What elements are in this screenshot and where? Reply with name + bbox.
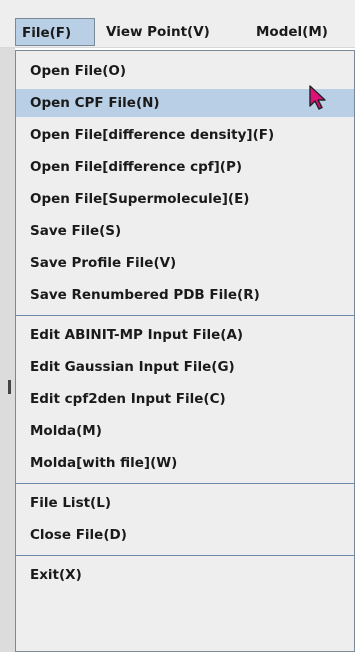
- menubar-model[interactable]: Model(M): [250, 18, 334, 46]
- menu-item-open-supermolecule[interactable]: Open File[Supermolecule](E): [16, 185, 354, 213]
- menu-item-open-difference-cpf[interactable]: Open File[difference cpf](P): [16, 153, 354, 181]
- background-edge-mark: [8, 380, 11, 394]
- menu-item-save-renumbered-pdb[interactable]: Save Renumbered PDB File(R): [16, 281, 354, 309]
- menu-bar: File(F) View Point(V) Model(M): [0, 0, 355, 48]
- menu-item-file-list[interactable]: File List(L): [16, 489, 354, 517]
- file-menu-dropdown: Open File(O) Open CPF File(N) Open File[…: [15, 50, 355, 652]
- menu-separator: [16, 483, 354, 484]
- menu-separator: [16, 315, 354, 316]
- menu-item-close-file[interactable]: Close File(D): [16, 521, 354, 549]
- menu-item-open-difference-density[interactable]: Open File[difference density](F): [16, 121, 354, 149]
- menu-item-exit[interactable]: Exit(X): [16, 561, 354, 589]
- application-screen: File(F) View Point(V) Model(M) Open File…: [0, 0, 355, 652]
- menu-separator: [16, 555, 354, 556]
- menu-item-molda-with-file[interactable]: Molda[with file](W): [16, 449, 354, 477]
- menu-item-save-file[interactable]: Save File(S): [16, 217, 354, 245]
- menu-item-open-cpf-file[interactable]: Open CPF File(N): [16, 89, 354, 117]
- background-window-edge: [0, 48, 15, 652]
- menu-item-edit-gaussian[interactable]: Edit Gaussian Input File(G): [16, 353, 354, 381]
- menu-item-open-file[interactable]: Open File(O): [16, 57, 354, 85]
- menu-item-molda[interactable]: Molda(M): [16, 417, 354, 445]
- menubar-view-point[interactable]: View Point(V): [100, 18, 216, 46]
- menubar-file[interactable]: File(F): [15, 18, 95, 46]
- menu-item-save-profile-file[interactable]: Save Profile File(V): [16, 249, 354, 277]
- menu-item-edit-cpf2den[interactable]: Edit cpf2den Input File(C): [16, 385, 354, 413]
- menu-item-edit-abinit-mp[interactable]: Edit ABINIT-MP Input File(A): [16, 321, 354, 349]
- mouse-pointer-icon: [309, 85, 326, 110]
